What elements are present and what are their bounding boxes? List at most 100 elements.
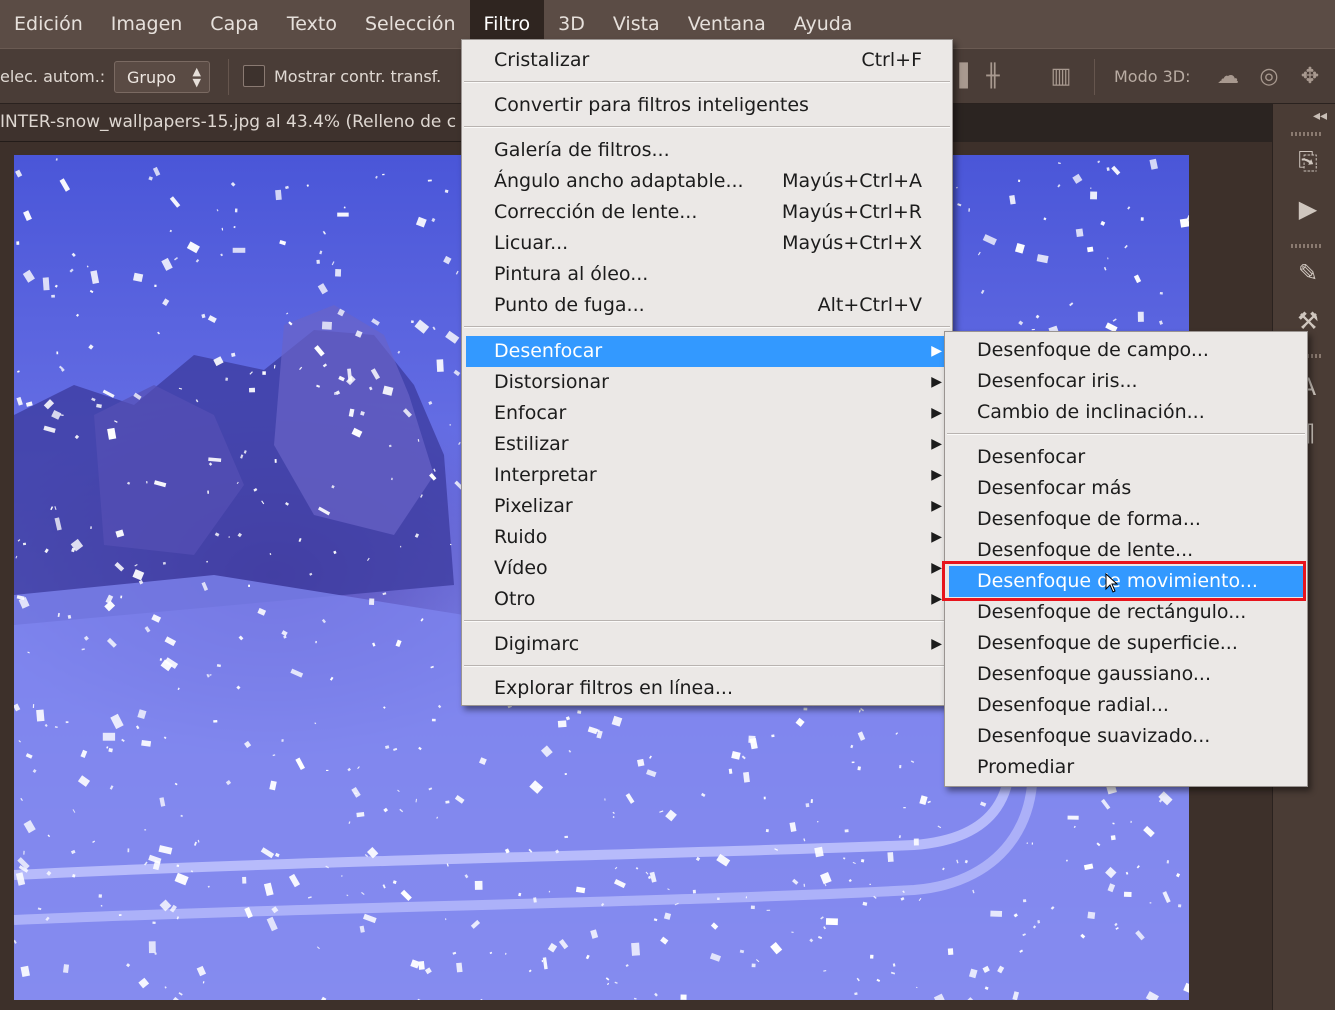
submenu-arrow-icon: ▶ — [931, 560, 942, 576]
menu-item-label: Desenfoque suavizado... — [977, 725, 1211, 747]
menu-item-explorar-filtros[interactable]: Explorar filtros en línea... — [466, 673, 948, 704]
submenu-arrow-icon: ▶ — [931, 374, 942, 390]
menu-item-distorsionar[interactable]: Distorsionar ▶ — [466, 367, 948, 398]
mode-3d-label: Modo 3D: — [1114, 67, 1191, 86]
brush-icon[interactable]: ✎ — [1291, 256, 1325, 290]
menu-item-label: Desenfoque de rectángulo... — [977, 601, 1247, 623]
submenu-item-desenfoque-suavizado[interactable]: Desenfoque suavizado... — [949, 721, 1303, 752]
menu-item-label: Promediar — [977, 756, 1075, 778]
menu-seleccion[interactable]: Selección — [351, 0, 470, 48]
submenu-item-desenfoque-lente[interactable]: Desenfoque de lente... — [949, 535, 1303, 566]
menu-item-label: Desenfocar — [977, 446, 1086, 468]
menu-item-galeria-filtros[interactable]: Galería de filtros... — [466, 135, 948, 166]
auto-align-icon[interactable]: ▥ — [1045, 61, 1077, 93]
menu-item-correccion-lente[interactable]: Corrección de lente... Mayús+Ctrl+R — [466, 197, 948, 228]
group-select[interactable]: Grupo ▲ ▼ — [114, 61, 210, 93]
menu-item-label: Punto de fuga... — [494, 294, 645, 316]
menu-item-label: Desenfocar iris... — [977, 370, 1138, 392]
submenu-arrow-icon: ▶ — [931, 636, 942, 652]
menu-item-licuar[interactable]: Licuar... Mayús+Ctrl+X — [466, 228, 948, 259]
submenu-arrow-icon: ▶ — [931, 467, 942, 483]
panel-grip[interactable] — [1291, 132, 1321, 136]
show-transform-checkbox[interactable] — [243, 65, 265, 87]
menu-item-angulo-ancho[interactable]: Ángulo ancho adaptable... Mayús+Ctrl+A — [466, 166, 948, 197]
menu-item-shortcut: Mayús+Ctrl+R — [781, 201, 922, 223]
menu-item-label: Digimarc — [494, 633, 580, 655]
submenu-item-promediar[interactable]: Promediar — [949, 752, 1303, 783]
menu-edicion[interactable]: Edición — [0, 0, 97, 48]
menu-item-label: Desenfoque de superficie... — [977, 632, 1238, 654]
menu-capa[interactable]: Capa — [196, 0, 273, 48]
filter-menu: Cristalizar Ctrl+F Convertir para filtro… — [461, 39, 953, 706]
submenu-item-desenfocar[interactable]: Desenfocar — [949, 442, 1303, 473]
submenu-arrow-icon: ▶ — [931, 591, 942, 607]
menu-item-interpretar[interactable]: Interpretar ▶ — [466, 460, 948, 491]
menu-item-label: Desenfoque gaussiano... — [977, 663, 1212, 685]
menu-item-label: Pixelizar — [494, 495, 573, 517]
menu-item-convertir-filtros-inteligentes[interactable]: Convertir para filtros inteligentes — [466, 90, 948, 121]
rotate-3d-icon[interactable]: ☁ — [1212, 61, 1244, 93]
submenu-item-desenfoque-rectangulo[interactable]: Desenfoque de rectángulo... — [949, 597, 1303, 628]
menu-item-label: Ángulo ancho adaptable... — [494, 170, 744, 192]
menu-item-shortcut: Alt+Ctrl+V — [817, 294, 922, 316]
submenu-item-desenfoque-gaussiano[interactable]: Desenfoque gaussiano... — [949, 659, 1303, 690]
menu-separator — [464, 665, 950, 667]
submenu-item-desenfoque-superficie[interactable]: Desenfoque de superficie... — [949, 628, 1303, 659]
submenu-item-desenfoque-movimiento[interactable]: Desenfoque de movimiento... — [949, 566, 1303, 597]
submenu-item-desenfocar-mas[interactable]: Desenfocar más — [949, 473, 1303, 504]
submenu-arrow-icon: ▶ — [931, 529, 942, 545]
collapse-panels-icon[interactable]: ◂◂ — [1313, 108, 1327, 124]
menu-item-pintura-oleo[interactable]: Pintura al óleo... — [466, 259, 948, 290]
menu-item-video[interactable]: Vídeo ▶ — [466, 553, 948, 584]
menu-item-label: Distorsionar — [494, 371, 609, 393]
submenu-item-desenfoque-radial[interactable]: Desenfoque radial... — [949, 690, 1303, 721]
menu-item-label: Convertir para filtros inteligentes — [494, 94, 809, 116]
menu-texto[interactable]: Texto — [273, 0, 351, 48]
menu-item-cristalizar[interactable]: Cristalizar Ctrl+F — [466, 45, 948, 76]
submenu-arrow-icon: ▶ — [931, 405, 942, 421]
document-tab[interactable]: INTER-snow_wallpapers-15.jpg al 43.4% (R… — [0, 104, 470, 142]
menu-item-label: Vídeo — [494, 557, 548, 579]
menu-item-shortcut: Ctrl+F — [861, 49, 922, 71]
menu-item-pixelizar[interactable]: Pixelizar ▶ — [466, 491, 948, 522]
mouse-cursor-icon — [1105, 573, 1119, 593]
panel-grip-2[interactable] — [1291, 244, 1321, 248]
submenu-item-cambio-inclinacion[interactable]: Cambio de inclinación... — [949, 397, 1303, 428]
select-arrows-icon: ▲ ▼ — [192, 65, 201, 89]
menu-item-digimarc[interactable]: Digimarc ▶ — [466, 629, 948, 660]
show-transform-label: Mostrar contr. transf. — [274, 67, 442, 86]
menu-item-label: Pintura al óleo... — [494, 263, 649, 285]
menu-item-label: Desenfoque radial... — [977, 694, 1169, 716]
menu-item-desenfocar[interactable]: Desenfocar ▶ — [466, 336, 948, 367]
menu-item-label: Estilizar — [494, 433, 569, 455]
pan-3d-icon[interactable]: ✥ — [1294, 61, 1326, 93]
align-center-icon[interactable]: ╫ — [977, 61, 1009, 93]
submenu-item-desenfoque-campo[interactable]: Desenfoque de campo... — [949, 335, 1303, 366]
menu-item-enfocar[interactable]: Enfocar ▶ — [466, 398, 948, 429]
menu-item-punto-fuga[interactable]: Punto de fuga... Alt+Ctrl+V — [466, 290, 948, 321]
menu-item-label: Desenfocar más — [977, 477, 1132, 499]
menu-item-estilizar[interactable]: Estilizar ▶ — [466, 429, 948, 460]
roll-3d-icon[interactable]: ◎ — [1253, 61, 1285, 93]
menu-item-label: Ruido — [494, 526, 548, 548]
menu-separator — [464, 326, 950, 328]
actions-play-icon[interactable]: ▶ — [1291, 192, 1325, 226]
history-icon[interactable]: ⎘ — [1291, 144, 1325, 178]
group-select-value: Grupo — [127, 68, 177, 87]
menu-item-label: Galería de filtros... — [494, 139, 670, 161]
submenu-item-desenfocar-iris[interactable]: Desenfocar iris... — [949, 366, 1303, 397]
menu-item-shortcut: Mayús+Ctrl+A — [782, 170, 922, 192]
menu-item-label: Interpretar — [494, 464, 597, 486]
menu-item-ruido[interactable]: Ruido ▶ — [466, 522, 948, 553]
options-divider — [228, 59, 229, 95]
menu-item-label: Desenfoque de forma... — [977, 508, 1201, 530]
menu-item-otro[interactable]: Otro ▶ — [466, 584, 948, 615]
options-divider-2 — [1094, 59, 1095, 95]
menu-item-label: Desenfocar — [494, 340, 603, 362]
blur-submenu: Desenfoque de campo... Desenfocar iris..… — [944, 331, 1308, 787]
menu-item-label: Corrección de lente... — [494, 201, 698, 223]
menu-item-label: Otro — [494, 588, 536, 610]
menu-imagen[interactable]: Imagen — [97, 0, 197, 48]
submenu-item-desenfoque-forma[interactable]: Desenfoque de forma... — [949, 504, 1303, 535]
document-tab-title: INTER-snow_wallpapers-15.jpg al 43.4% (R… — [0, 112, 457, 132]
